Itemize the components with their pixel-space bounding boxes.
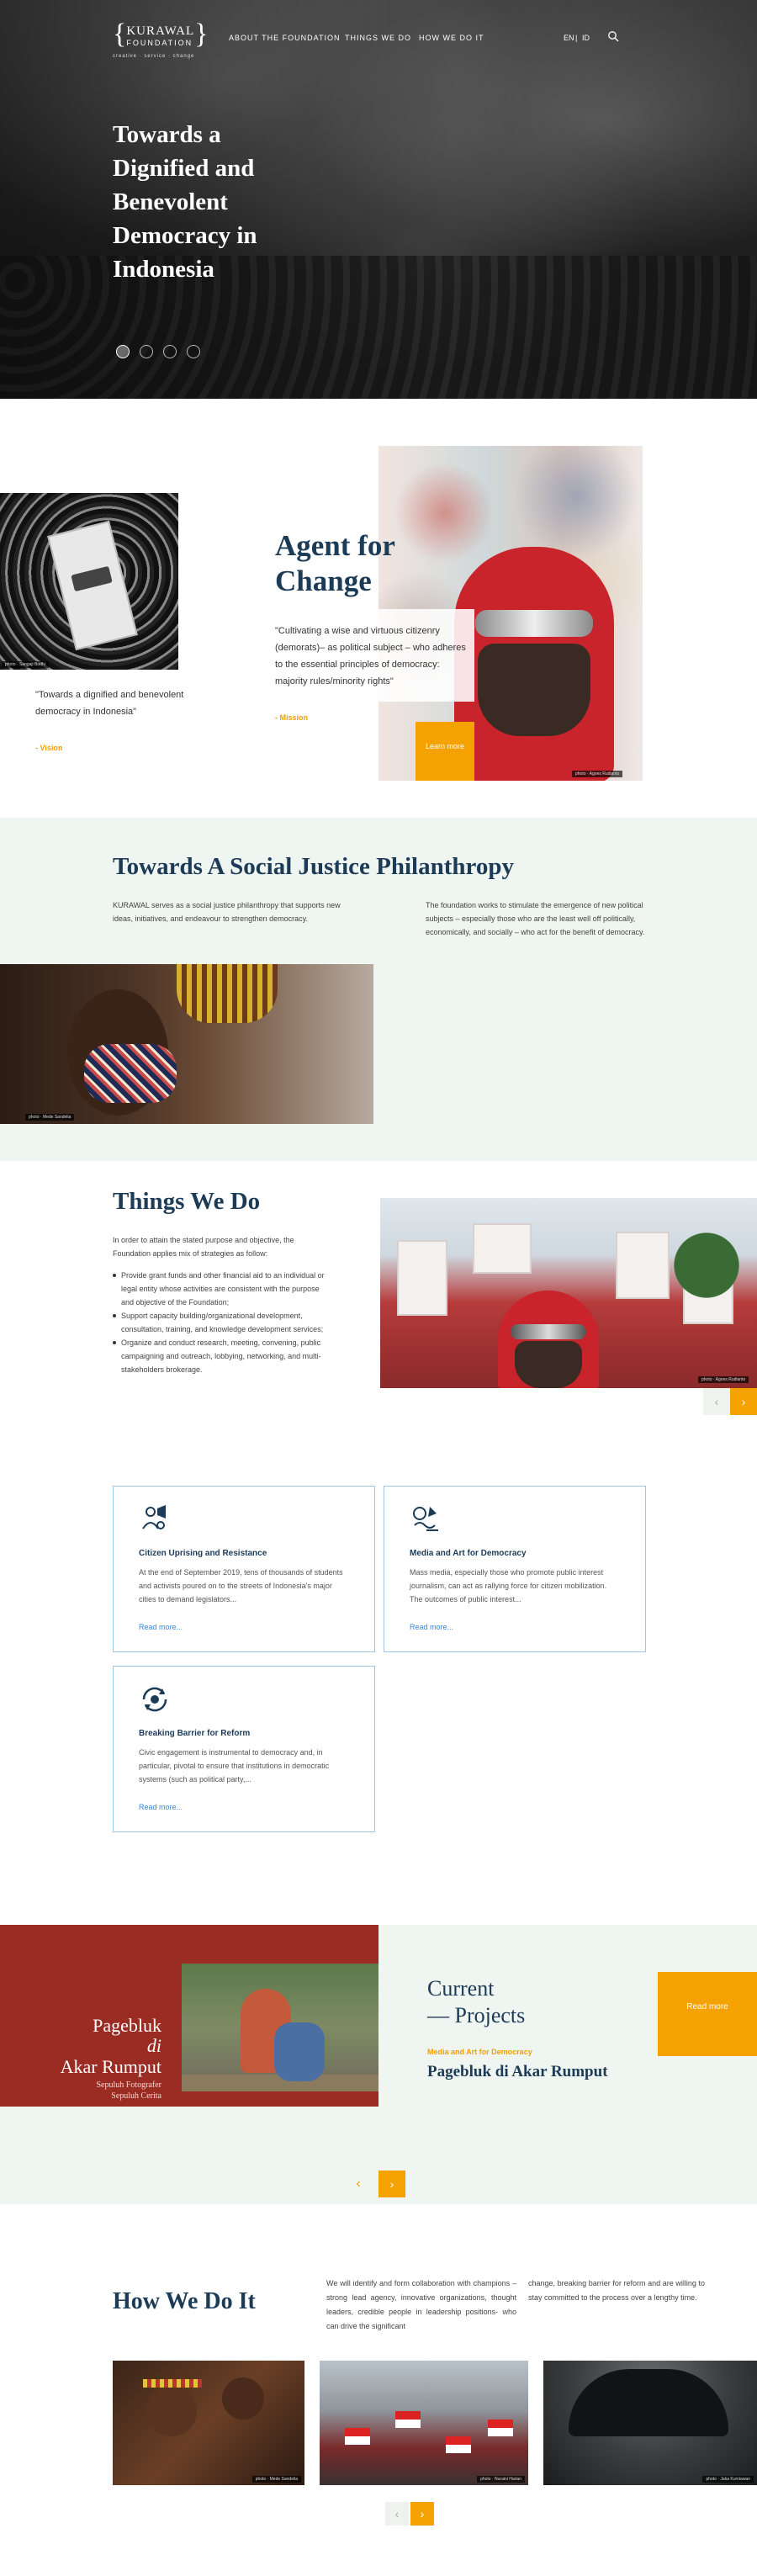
read-more-link[interactable]: Read more... [139,1623,183,1631]
learn-more-button[interactable]: Learn more [416,722,474,781]
logo-tagline: creative · service · change [113,54,195,59]
how-next-button[interactable]: › [410,2502,434,2526]
how-image-3: photo · Jaka Kurniawan [543,2361,757,2485]
nav-things-we-do[interactable]: THINGS WE DO [345,34,411,42]
how-we-do-it-title: How We Do It [113,2288,256,2314]
card-breaking-barrier[interactable]: Breaking Barrier for Reform Civic engage… [113,1666,375,1832]
mission-label: - Mission [275,713,309,722]
lang-en[interactable]: EN [564,34,574,42]
projects-next-button[interactable]: › [378,2171,405,2197]
hero-slider-dots [116,345,210,363]
megaphone-people-icon [139,1503,171,1535]
nav-how-we-do-it[interactable]: HOW WE DO IT [419,34,484,42]
project-name[interactable]: Pagebluk di Akar Rumput [427,2063,608,2081]
card-text: At the end of September 2019, tens of th… [139,1568,343,1603]
card-title: Media and Art for Democracy [410,1549,527,1558]
card-title: Citizen Uprising and Resistance [139,1549,267,1558]
projects-prev-button[interactable]: ‹ [345,2171,372,2197]
logo-word: KURAWAL [126,24,195,38]
photo-credit: photo · Nuraini Harian [477,2476,525,2483]
slide-dot[interactable] [163,345,177,358]
slide-dot[interactable] [116,345,130,358]
social-justice-left-text: KURAWAL serves as a social justice phila… [113,901,341,923]
hero-title: Towards a Dignified and Benevolent Democ… [113,121,257,283]
how-image-1: photo · Mede Sandelia [113,2361,304,2485]
things-we-do-intro: In order to attain the stated purpose an… [113,1236,294,1258]
photo-credit: photo · Mede Sandelia [25,1114,75,1121]
poster-subtitle: Sepuluh Fotografer Sepuluh Cerita [96,2080,162,2101]
poster-photo [182,1964,378,2091]
reform-cycle-icon [139,1683,171,1715]
photo-credit: photo · Agoes Rudianto [572,771,623,777]
card-media-art[interactable]: Media and Art for Democracy Mass media, … [384,1486,646,1652]
agent-title: Agent for Change [275,529,395,597]
vision-label: - Vision [35,744,63,752]
vision-image: photo · Sangaji Bodhi [0,493,178,670]
how-we-do-it-left-text: We will identify and form collaboration … [326,2279,516,2330]
photo-credit: photo · Mede Sandelia [251,2476,301,2483]
photo-credit: photo · Agoes Rudianto [698,1376,749,1383]
things-next-button[interactable]: › [730,1388,757,1415]
logo[interactable]: {KURAWAL FOUNDATION} creative · service ·… [113,20,208,60]
nav-about[interactable]: ABOUT THE FOUNDATION [229,34,341,42]
poster-title: Pagebluk di Akar Rumput [60,2015,161,2078]
things-we-do-image [380,1198,757,1388]
photo-credit: photo · Sangaji Bodhi [2,661,49,668]
things-we-do-title: Things We Do [113,1188,261,1215]
card-title: Breaking Barrier for Reform [139,1729,251,1738]
search-icon[interactable] [607,30,619,42]
card-text: Mass media, especially those who promote… [410,1568,607,1603]
mission-quote: "Cultivating a wise and virtuous citizen… [275,626,466,686]
lang-id[interactable]: ID [582,34,590,42]
how-we-do-it-right-text: change, breaking barrier for reform and … [528,2279,705,2302]
how-prev-button[interactable]: ‹ [385,2502,409,2526]
list-item: Support capacity building/organizational… [113,1309,333,1336]
logo-sub: FOUNDATION [126,39,193,47]
strategy-list: Provide grant funds and other financial … [113,1269,333,1376]
media-art-icon [410,1503,442,1535]
slide-dot[interactable] [140,345,153,358]
social-justice-title: Towards A Social Justice Philanthropy [113,853,514,880]
card-citizen-uprising[interactable]: Citizen Uprising and Resistance At the e… [113,1486,375,1652]
social-justice-right-text: The foundation works to stimulate the em… [426,901,645,936]
how-image-2: photo · Nuraini Harian [320,2361,528,2485]
read-more-link[interactable]: Read more... [139,1803,183,1811]
list-item: Organize and conduct research, meeting, … [113,1336,333,1376]
card-text: Civic engagement is instrumental to demo… [139,1748,330,1784]
things-prev-button[interactable]: ‹ [703,1388,730,1415]
photo-credit: photo · Jaka Kurniawan [702,2476,754,2483]
read-more-button[interactable]: Read more [658,1972,757,2056]
read-more-link[interactable]: Read more... [410,1623,453,1631]
lang-separator: | [575,34,578,42]
project-category: Media and Art for Democracy [427,2048,532,2056]
social-justice-image [0,964,373,1124]
current-projects-title: Current — Projects [427,1976,526,2027]
slide-dot[interactable] [187,345,200,358]
vision-quote: "Towards a dignified and benevolent demo… [35,690,184,717]
list-item: Provide grant funds and other financial … [113,1269,333,1309]
